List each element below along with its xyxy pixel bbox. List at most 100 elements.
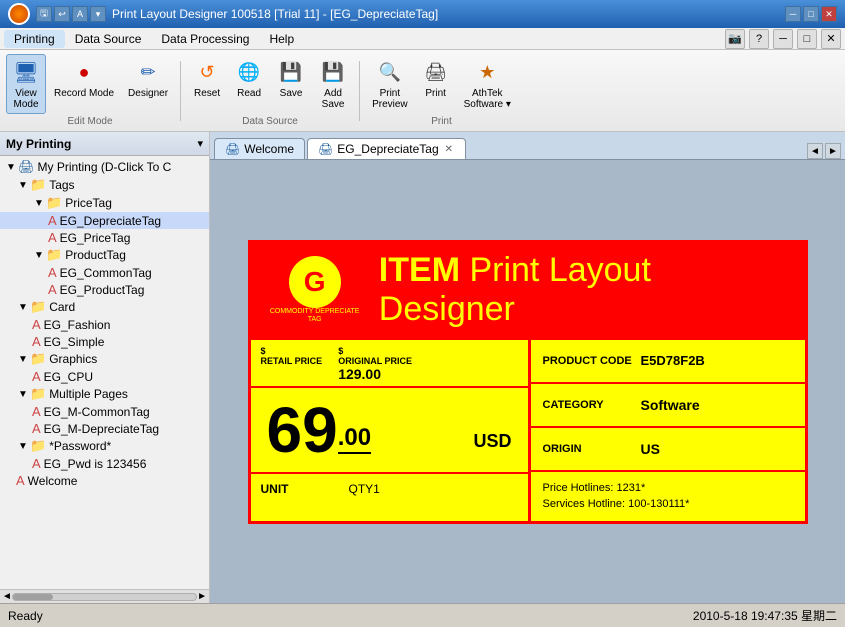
scroll-left[interactable]: ◄ — [2, 591, 12, 602]
minimize-button[interactable]: ─ — [785, 6, 801, 22]
view-mode-label: ViewMode — [13, 88, 38, 110]
edit-mode-group: 🖥 ViewMode ● Record Mode ✏ Designer Edit… — [6, 54, 174, 127]
origin-row: ORIGIN US — [531, 428, 805, 472]
add-save-button[interactable]: 💾 AddSave — [313, 54, 353, 114]
close-tab-btn[interactable]: ✕ — [821, 29, 841, 49]
eg-price-icon: A — [48, 230, 57, 245]
tt-card[interactable]: ▼ — [16, 300, 30, 314]
tt-producttag[interactable]: ▼ — [32, 248, 46, 262]
tree-password[interactable]: ▼ 📁 *Password* — [0, 437, 209, 455]
tree-eg-simple[interactable]: A EG_Simple — [0, 333, 209, 350]
camera-btn[interactable]: 📷 — [725, 29, 745, 49]
tree-eg-depreciate[interactable]: A EG_DepreciateTag — [0, 212, 209, 229]
tt-multipages[interactable]: ▼ — [16, 387, 30, 401]
tree-eg-product[interactable]: A EG_ProductTag — [0, 281, 209, 298]
tag-logo-wrapper: G COMMODITY DEPRECIATE TAG — [263, 256, 367, 323]
read-button[interactable]: 🌐 Read — [229, 54, 269, 114]
eg-simple-label: EG_Simple — [44, 335, 105, 349]
quick-dropdown[interactable]: ▾ — [90, 6, 106, 22]
help-btn[interactable]: ? — [749, 29, 769, 49]
add-save-label: AddSave — [322, 88, 345, 110]
eg-common-label: EG_CommonTag — [60, 266, 152, 280]
tree-root[interactable]: ▼ 🖨 My Printing (D-Click To C — [0, 158, 209, 176]
save-icon: 💾 — [277, 58, 305, 86]
save-button[interactable]: 💾 Save — [271, 54, 311, 114]
record-mode-label: Record Mode — [54, 88, 114, 99]
main-area: My Printing ▾ ▼ 🖨 My Printing (D-Click T… — [0, 132, 845, 603]
view-mode-button[interactable]: 🖥 ViewMode — [6, 54, 46, 114]
hotlines-text: Price Hotlines: 1231* Services Hotline: … — [543, 480, 690, 513]
athtek-icon: ★ — [473, 58, 501, 86]
eg-m-common-label: EG_M-CommonTag — [44, 405, 150, 419]
print-button[interactable]: 🖨 Print — [416, 54, 456, 114]
maximize-button[interactable]: □ — [803, 6, 819, 22]
tree-eg-m-common[interactable]: A EG_M-CommonTag — [0, 403, 209, 420]
data-source-group: ↺ Reset 🌐 Read 💾 Save 💾 AddSave Data Sou… — [187, 54, 353, 127]
athtek-button[interactable]: ★ AthTekSoftware ▾ — [458, 54, 517, 114]
quick-btn-2[interactable]: ↩ — [54, 6, 70, 22]
record-mode-button[interactable]: ● Record Mode — [48, 54, 120, 114]
tabs-nav: ◄ ► — [807, 143, 841, 159]
tabs-row: 🖨 Welcome 🖨 EG_DepreciateTag ✕ ◄ ► — [210, 132, 845, 160]
tree-eg-price[interactable]: A EG_PriceTag — [0, 229, 209, 246]
restore-btn[interactable]: □ — [797, 29, 817, 49]
password-icon: 📁 — [30, 438, 46, 454]
eg-m-depreciate-icon: A — [32, 421, 41, 436]
tree-eg-fashion[interactable]: A EG_Fashion — [0, 316, 209, 333]
tree-multipages[interactable]: ▼ 📁 Multiple Pages — [0, 385, 209, 403]
sidebar-dropdown[interactable]: ▾ — [197, 137, 203, 150]
tree-eg-pwd[interactable]: A EG_Pwd is 123456 — [0, 455, 209, 472]
tt-graphics[interactable]: ▼ — [16, 352, 30, 366]
tree-pricetag[interactable]: ▼ 📁 PriceTag — [0, 194, 209, 212]
view-mode-icon: 🖥 — [12, 58, 40, 86]
tree-eg-common[interactable]: A EG_CommonTag — [0, 264, 209, 281]
tag-logo-circle: G — [289, 256, 341, 308]
menu-printing[interactable]: Printing — [4, 30, 65, 48]
print-icon: 🖨 — [422, 58, 450, 86]
tree-card[interactable]: ▼ 📁 Card — [0, 298, 209, 316]
separator-2 — [359, 61, 360, 121]
reset-button[interactable]: ↺ Reset — [187, 54, 227, 114]
read-icon: 🌐 — [235, 58, 263, 86]
multipages-label: Multiple Pages — [49, 387, 128, 401]
scroll-track[interactable] — [12, 593, 197, 601]
tree-eg-cpu[interactable]: A EG_CPU — [0, 368, 209, 385]
tree-graphics[interactable]: ▼ 📁 Graphics — [0, 350, 209, 368]
status-ready: Ready — [8, 609, 43, 623]
tree-tags[interactable]: ▼ 📁 Tags — [0, 176, 209, 194]
tree-producttag[interactable]: ▼ 📁 ProductTag — [0, 246, 209, 264]
original-price-block: $ ORIGINAL PRICE 129.00 — [338, 346, 412, 382]
tree-welcome[interactable]: A Welcome — [0, 472, 209, 489]
eg-cpu-icon: A — [32, 369, 41, 384]
tree-toggle-root[interactable]: ▼ — [4, 160, 18, 174]
menu-datasource[interactable]: Data Source — [65, 30, 152, 48]
tree-eg-m-depreciate[interactable]: A EG_M-DepreciateTag — [0, 420, 209, 437]
quick-btn-3[interactable]: A — [72, 6, 88, 22]
tab-eg-depreciate[interactable]: 🖨 EG_DepreciateTag ✕ — [307, 138, 466, 159]
scroll-right[interactable]: ► — [197, 591, 207, 602]
menu-dataprocessing[interactable]: Data Processing — [151, 30, 259, 48]
sidebar-scrollbar[interactable]: ◄ ► — [0, 589, 209, 603]
pin-btn[interactable]: ─ — [773, 29, 793, 49]
window-controls[interactable]: ─ □ ✕ — [785, 6, 837, 22]
pricetag-label: PriceTag — [65, 196, 112, 210]
quick-btn-1[interactable]: 🖫 — [36, 6, 52, 22]
tabs-nav-left[interactable]: ◄ — [807, 143, 823, 159]
close-button[interactable]: ✕ — [821, 6, 837, 22]
original-price-dollar: $ — [338, 346, 412, 356]
tab-close-button[interactable]: ✕ — [443, 144, 455, 155]
designer-button[interactable]: ✏ Designer — [122, 54, 174, 114]
sidebar-tree: ▼ 🖨 My Printing (D-Click To C ▼ 📁 Tags ▼… — [0, 156, 209, 589]
original-price-label: ORIGINAL PRICE — [338, 356, 412, 366]
tab-welcome[interactable]: 🖨 Welcome — [214, 138, 305, 159]
tt-tags[interactable]: ▼ — [16, 178, 30, 192]
tt-password[interactable]: ▼ — [16, 439, 30, 453]
scroll-thumb[interactable] — [13, 594, 53, 600]
menu-help[interactable]: Help — [259, 30, 304, 48]
print-preview-button[interactable]: 🔍 PrintPreview — [366, 54, 414, 114]
tt-pricetag[interactable]: ▼ — [32, 196, 46, 210]
tag-currency: USD — [473, 431, 511, 452]
tabs-nav-right[interactable]: ► — [825, 143, 841, 159]
origin-value: US — [641, 441, 660, 457]
data-source-group-label: Data Source — [242, 114, 298, 127]
